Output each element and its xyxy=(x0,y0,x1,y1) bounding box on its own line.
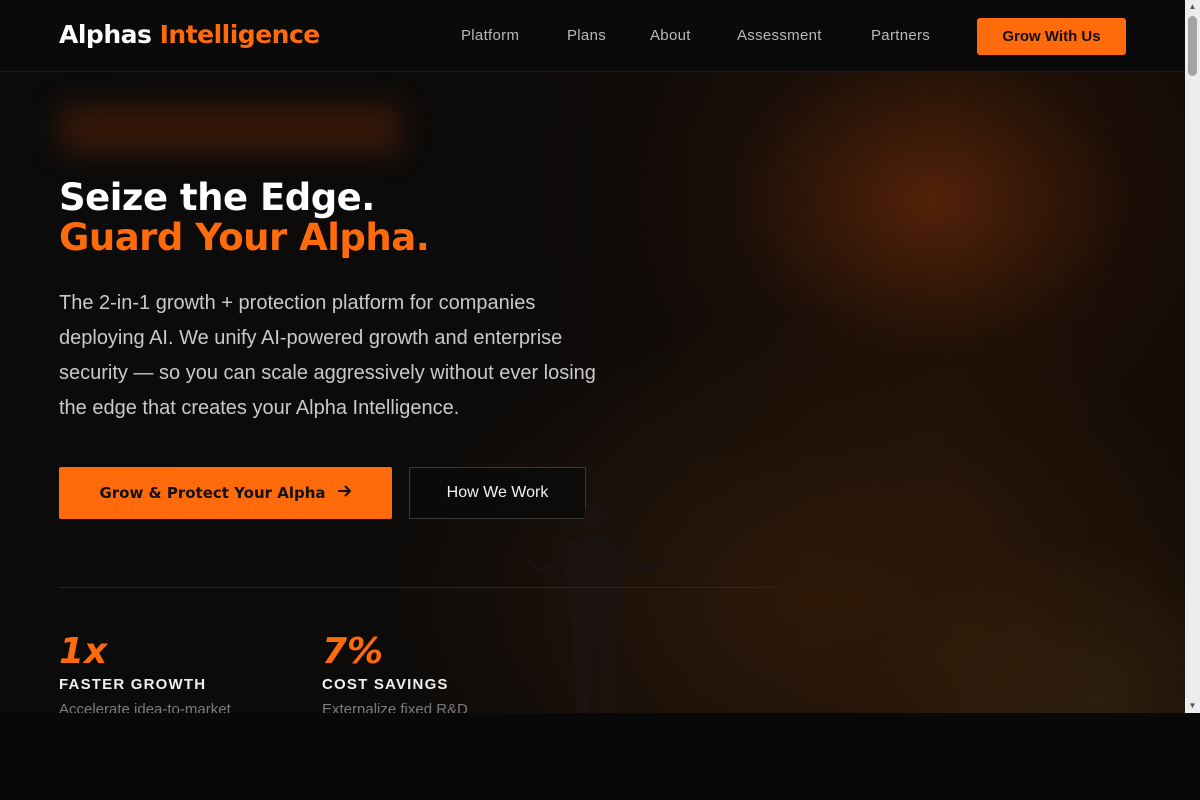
vertical-scrollbar[interactable]: ▲ ▼ xyxy=(1185,0,1200,713)
logo-word-white: Alphas xyxy=(59,20,152,49)
stats-divider xyxy=(59,587,779,588)
hero-description: The 2-in-1 growth + protection platform … xyxy=(59,292,596,419)
nav-link-plans[interactable]: Plans xyxy=(567,27,606,44)
top-navbar: Alphas Intelligence Platform Plans About… xyxy=(0,0,1185,72)
headline-line-1: Seize the Edge. xyxy=(59,176,375,219)
hero-glow-badge xyxy=(60,105,400,153)
nav-link-platform[interactable]: Platform xyxy=(461,27,519,44)
nav-link-about[interactable]: About xyxy=(650,27,691,44)
stat-value: 7% xyxy=(322,631,384,672)
stat-label: FASTER GROWTH xyxy=(59,676,207,693)
stat-faster-growth: 1x FASTER GROWTH Accelerate idea-to-mark… xyxy=(59,631,231,714)
scroll-down-arrow-icon[interactable]: ▼ xyxy=(1185,699,1200,713)
logo-word-orange: Intelligence xyxy=(159,20,321,49)
grow-protect-button-label: Grow & Protect Your Alpha xyxy=(99,484,326,502)
stat-label: COST SAVINGS xyxy=(322,676,449,693)
stat-value: 1x xyxy=(59,631,108,672)
brand-logo[interactable]: Alphas Intelligence xyxy=(59,20,320,49)
stat-cost-savings: 7% COST SAVINGS Externalize fixed R&D xyxy=(322,631,468,714)
stat-description: Accelerate idea-to-market xyxy=(59,701,231,713)
arrow-right-icon xyxy=(337,484,352,502)
scroll-up-arrow-icon[interactable]: ▲ xyxy=(1185,0,1200,14)
hero-headline: Seize the Edge. Guard Your Alpha. xyxy=(59,176,430,259)
nav-link-partners[interactable]: Partners xyxy=(871,27,930,44)
scrollbar-thumb[interactable] xyxy=(1188,16,1197,76)
grow-with-us-button[interactable]: Grow With Us xyxy=(977,18,1126,55)
page-viewport: Alphas Intelligence Platform Plans About… xyxy=(0,0,1200,713)
nav-link-assessment[interactable]: Assessment xyxy=(737,27,822,44)
stat-description: Externalize fixed R&D xyxy=(322,701,468,713)
grow-protect-button[interactable]: Grow & Protect Your Alpha xyxy=(59,467,392,519)
person-silhouette-image xyxy=(525,502,665,713)
headline-line-2: Guard Your Alpha. xyxy=(59,216,430,259)
